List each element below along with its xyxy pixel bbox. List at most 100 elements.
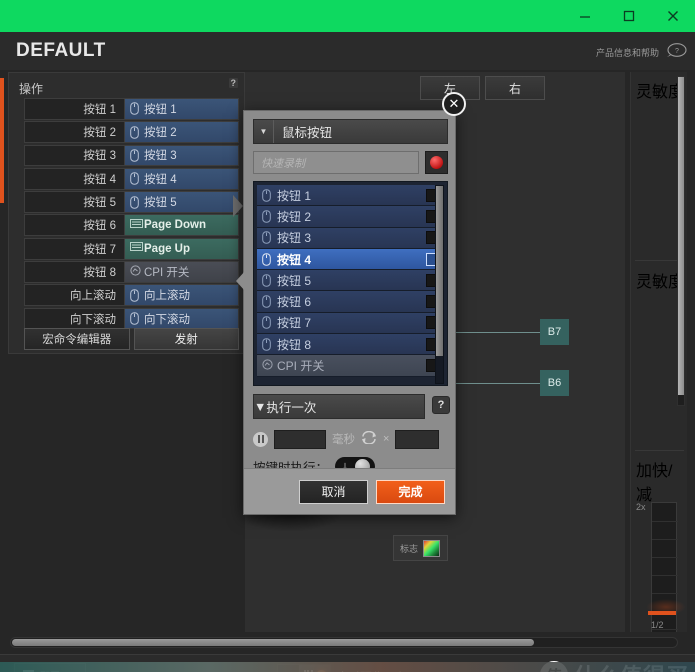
- maximize-button[interactable]: [607, 0, 651, 32]
- assignment-cell[interactable]: 向下滚动: [125, 307, 239, 330]
- table-row[interactable]: 向下滚动 向下滚动: [24, 307, 239, 330]
- button-name-cell: 按钮 2: [24, 121, 125, 144]
- list-item-label: 按钮 2: [277, 209, 312, 224]
- chevron-down-icon: ▼: [254, 399, 267, 414]
- assignment-label: 按钮 4: [144, 173, 177, 186]
- assignment-list: 按钮 1 按钮 1 按钮 2 按钮 2 按钮 3 按钮 3 按钮 4 按钮 4 …: [24, 98, 239, 331]
- mouse-icon: [130, 288, 139, 302]
- color-swatch[interactable]: [423, 539, 441, 557]
- delay-unit-label: 毫秒: [332, 434, 355, 446]
- assignment-label: CPI 开关: [144, 266, 190, 279]
- table-row[interactable]: 按钮 6 Page Down: [24, 214, 239, 237]
- assignment-label: 按钮 2: [144, 127, 177, 140]
- table-row[interactable]: 按钮 2 按钮 2: [24, 121, 239, 144]
- list-item-label: CPI 开关: [277, 359, 325, 374]
- pause-icon: [253, 431, 268, 447]
- list-item-label: 按钮 1: [277, 188, 312, 203]
- assignment-label: 按钮 5: [144, 197, 177, 210]
- slider-thumb[interactable]: [648, 611, 676, 615]
- minimize-button[interactable]: [563, 0, 607, 32]
- delay-input[interactable]: [274, 429, 326, 449]
- execution-help-icon[interactable]: ?: [432, 396, 450, 414]
- assignment-label: 向上滚动: [144, 290, 190, 303]
- record-button[interactable]: [425, 151, 448, 174]
- list-scrollbar[interactable]: [435, 185, 444, 384]
- mouse-icon: [262, 274, 271, 287]
- page-title: DEFAULT: [16, 40, 106, 61]
- assignment-cell[interactable]: 按钮 5: [125, 191, 239, 213]
- mouse-icon: [130, 312, 139, 325]
- actions-panel-help-icon[interactable]: ?: [228, 78, 238, 88]
- button-name-cell: 按钮 1: [24, 98, 125, 120]
- button-name-cell: 按钮 3: [24, 144, 125, 167]
- table-row[interactable]: 按钮 1 按钮 1: [24, 98, 239, 120]
- list-item[interactable]: 按钮 1: [257, 185, 444, 207]
- assignment-cell[interactable]: 向上滚动: [125, 284, 239, 307]
- close-button[interactable]: [651, 0, 695, 32]
- logo-zone-badge[interactable]: 标志: [393, 535, 448, 561]
- dialog-close-button[interactable]: ✕: [442, 92, 466, 116]
- table-row[interactable]: 按钮 5 按钮 5: [24, 191, 239, 213]
- horizontal-scrollbar[interactable]: [10, 637, 678, 648]
- assignment-cell[interactable]: 按钮 1: [125, 98, 239, 120]
- record-icon: [430, 156, 443, 169]
- button-name-cell: 按钮 7: [24, 237, 125, 260]
- panel-collapse-arrow[interactable]: [233, 195, 243, 217]
- callout-label: B6: [540, 370, 569, 396]
- category-select[interactable]: ▼ 鼠标按钮: [253, 119, 448, 144]
- button-name-cell: 向上滚动: [24, 284, 125, 307]
- repeat-icon: [361, 430, 377, 447]
- right-panel-scrollbar[interactable]: [677, 76, 685, 406]
- confirm-button[interactable]: 完成: [376, 479, 445, 504]
- app-header: DEFAULT 产品信息和帮助 ?: [0, 32, 695, 70]
- list-item[interactable]: 按钮 8: [257, 334, 444, 356]
- assignment-label: Page Up: [144, 242, 191, 255]
- product-help-label[interactable]: 产品信息和帮助: [596, 46, 659, 59]
- panel-action-buttons: 宏命令编辑器 发射: [24, 328, 239, 350]
- acceleration-label: 加快/减: [636, 463, 673, 504]
- sensitivity-panel: 灵敏度 灵敏度 加快/减 2x 1/2: [630, 72, 687, 632]
- cancel-button[interactable]: 取消: [299, 479, 368, 504]
- execution-mode-select[interactable]: ▼ 执行一次: [253, 394, 425, 419]
- table-row[interactable]: 按钮 3 按钮 3: [24, 144, 239, 167]
- list-item[interactable]: 按钮 7: [257, 312, 444, 335]
- execution-mode-value: 执行一次: [266, 401, 317, 415]
- assignment-cell[interactable]: Page Up: [125, 237, 239, 260]
- list-item[interactable]: 按钮 5: [257, 270, 444, 292]
- list-item[interactable]: CPI 开关: [257, 355, 444, 377]
- assignment-cell[interactable]: 按钮 4: [125, 167, 239, 190]
- assignment-options-list[interactable]: 按钮 1 按钮 2 按钮 3 按钮 4 按钮 5 按钮 6 按钮 7 按钮 8 …: [253, 181, 448, 386]
- button-name-cell: 按钮 8: [24, 261, 125, 283]
- assignment-label: 向下滚动: [144, 313, 190, 326]
- assignment-label: 按钮 1: [144, 103, 177, 116]
- list-item[interactable]: 按钮 3: [257, 227, 444, 249]
- macro-editor-button[interactable]: 宏命令编辑器: [24, 328, 130, 350]
- assignment-cell[interactable]: CPI 开关: [125, 261, 239, 283]
- acceleration-slider[interactable]: [646, 502, 686, 632]
- button-name-cell: 按钮 6: [24, 214, 125, 237]
- assignment-cell[interactable]: Page Down: [125, 214, 239, 237]
- mouse-icon: [262, 231, 271, 245]
- list-item-selected[interactable]: 按钮 4: [257, 248, 444, 271]
- table-row[interactable]: 按钮 7 Page Up: [24, 237, 239, 260]
- tab-right-view[interactable]: 右: [485, 76, 545, 100]
- list-item[interactable]: 按钮 6: [257, 291, 444, 313]
- table-row[interactable]: 向上滚动 向上滚动: [24, 284, 239, 307]
- fire-button[interactable]: 发射: [133, 328, 239, 350]
- table-row[interactable]: 按钮 4 按钮 4: [24, 167, 239, 190]
- keyboard-icon: [130, 218, 143, 232]
- assignment-cell[interactable]: 按钮 3: [125, 144, 239, 167]
- help-bubble-icon[interactable]: ?: [665, 42, 687, 58]
- list-item-label: 按钮 8: [277, 337, 312, 352]
- repeat-input[interactable]: [395, 429, 440, 449]
- background-page-fragment: [0, 662, 695, 672]
- keyboard-icon: [130, 242, 143, 255]
- button-name-cell: 向下滚动: [24, 307, 125, 330]
- quick-record-input[interactable]: 快速录制: [253, 151, 419, 174]
- list-item[interactable]: 按钮 2: [257, 206, 444, 228]
- dialog-footer: 取消 完成: [244, 468, 455, 514]
- assignment-label: 按钮 3: [144, 150, 177, 163]
- mouse-icon: [130, 172, 139, 186]
- assignment-cell[interactable]: 按钮 2: [125, 121, 239, 144]
- table-row[interactable]: 按钮 8 CPI 开关: [24, 261, 239, 283]
